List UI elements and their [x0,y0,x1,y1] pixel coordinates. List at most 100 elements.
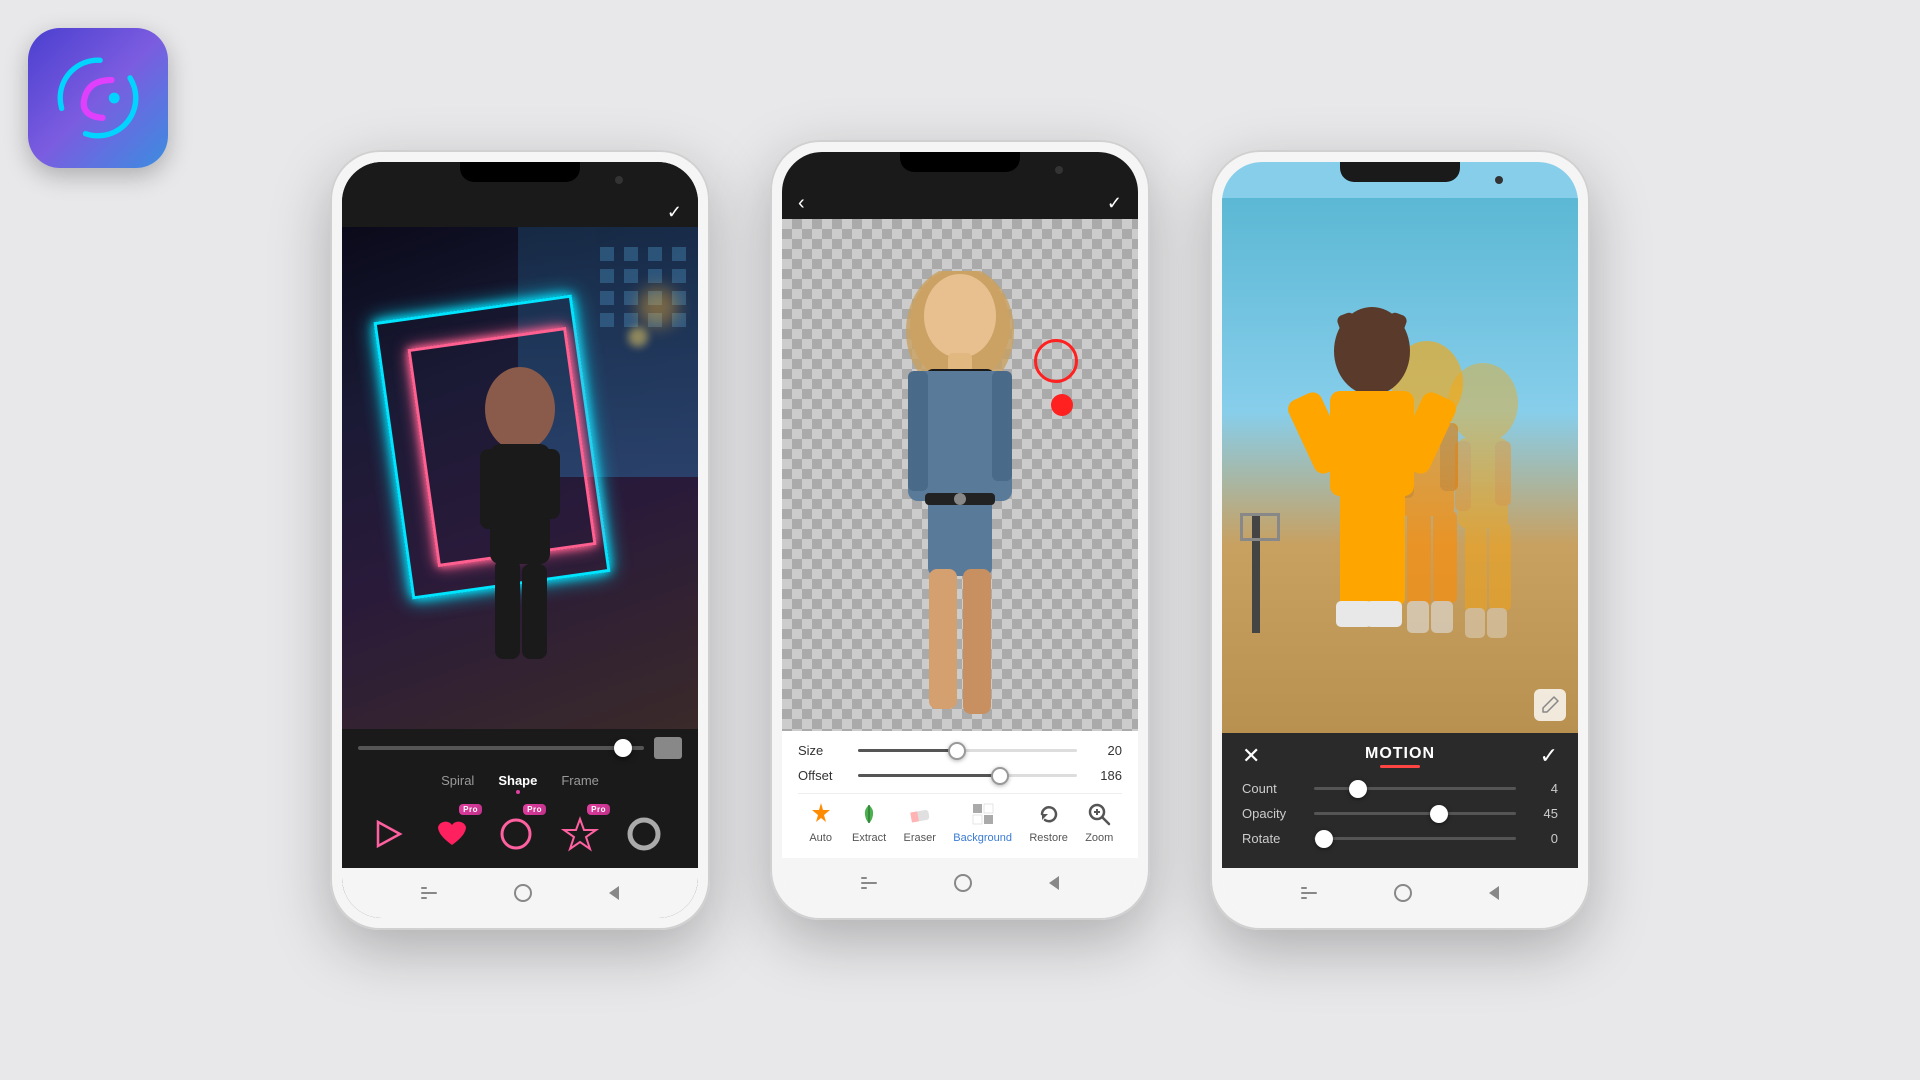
main-scene: ✓ [0,0,1920,1080]
eraser-tool-icon [906,800,934,828]
tool-restore[interactable]: Restore [1029,800,1068,844]
tab-shape[interactable]: Shape [498,773,537,794]
opacity-control-row: Opacity 45 [1242,806,1558,821]
phone1-slider-row [358,737,682,759]
shape-play[interactable] [362,808,414,860]
bokeh-light-2 [628,327,648,347]
phone1-tool-tabs: Spiral Shape Frame [358,767,682,800]
phone2-back-btn[interactable]: ‹ [798,192,805,215]
phone1-slider-thumb[interactable] [614,739,632,757]
menu-icon-3 [1301,887,1317,899]
nav-back-btn-3[interactable] [1489,886,1499,900]
eraser-dot-indicator [1051,394,1073,416]
phone2-checkmark[interactable]: ✓ [1107,193,1122,214]
size-value: 20 [1087,743,1122,758]
count-thumb[interactable] [1349,780,1367,798]
phone1-image-area [342,227,698,729]
phone-2: ‹ ✓ [770,140,1150,920]
nav-home-btn-2[interactable] [954,874,972,892]
tool-zoom[interactable]: Zoom [1085,800,1113,844]
eraser-circle-indicator [1034,339,1078,383]
phone1-slider-track[interactable] [358,746,644,750]
phone1-top-bar: ✓ [342,198,698,227]
rotate-track[interactable] [1314,837,1516,840]
count-value: 4 [1528,781,1558,796]
size-label: Size [798,743,848,758]
phone2-top-bar: ‹ ✓ [782,188,1138,219]
phone2-tool-bar: Auto Extract [798,793,1122,850]
background-icon [969,800,997,828]
auto-icon [807,800,835,828]
nav-menu-btn-3[interactable] [1301,887,1317,899]
opacity-thumb[interactable] [1430,805,1448,823]
nav-home-btn-1[interactable] [514,884,532,902]
extract-icon [855,800,883,828]
phone2-controls: Size 20 Offset 186 [782,731,1138,858]
back-icon-1 [609,886,619,900]
phone2-notch [782,152,1138,188]
motion-title: MOTION [1365,745,1435,768]
shape-star[interactable]: Pro [554,808,606,860]
rotate-value: 0 [1528,831,1558,846]
phone2-image-area [782,219,1138,731]
edit-overlay-icon[interactable] [1534,689,1566,721]
background-label: Background [953,832,1012,844]
motion-check-btn[interactable]: ✓ [1540,743,1558,769]
nav-back-btn-1[interactable] [609,886,619,900]
nav-home-btn-3[interactable] [1394,884,1412,902]
tab-spiral[interactable]: Spiral [441,773,474,794]
size-thumb[interactable] [948,742,966,760]
rotate-label: Rotate [1242,831,1302,846]
zoom-label: Zoom [1085,832,1113,844]
count-control-row: Count 4 [1242,781,1558,796]
phone-1: ✓ [330,150,710,930]
tool-extract[interactable]: Extract [852,800,886,844]
shape-heart[interactable]: Pro [426,808,478,860]
restore-icon [1035,800,1063,828]
motion-header: ✕ MOTION ✓ [1242,743,1558,769]
tab-frame[interactable]: Frame [561,773,599,794]
menu-icon-1 [421,887,437,899]
offset-value: 186 [1087,768,1122,783]
rotate-thumb[interactable] [1315,830,1333,848]
phone3-image-area [1222,198,1578,733]
nav-menu-btn-1[interactable] [421,887,437,899]
home-icon-3 [1394,884,1412,902]
motion-close-btn[interactable]: ✕ [1242,743,1260,769]
woman-yellow-main [1272,303,1472,733]
shape-circle[interactable]: Pro [490,808,542,860]
pro-badge-circle: Pro [523,804,546,815]
phone1-notch [342,162,698,198]
offset-control-row: Offset 186 [798,768,1122,783]
auto-label: Auto [809,832,832,844]
phone1-checkmark[interactable]: ✓ [667,202,682,223]
back-icon-3 [1489,886,1499,900]
nav-back-btn-2[interactable] [1049,876,1059,890]
pro-badge-heart: Pro [459,804,482,815]
back-icon-2 [1049,876,1059,890]
offset-thumb[interactable] [991,767,1009,785]
nav-menu-btn-2[interactable] [861,877,877,889]
opacity-track[interactable] [1314,812,1516,815]
count-track[interactable] [1314,787,1516,790]
pro-badge-star: Pro [587,804,610,815]
eraser-icon [654,737,682,759]
tool-background[interactable]: Background [953,800,1012,844]
bokeh-light-1 [638,287,678,327]
phone3-nav [1222,868,1578,918]
phone1-nav [342,868,698,918]
offset-track[interactable] [858,774,1077,777]
phone3-notch [1222,162,1578,198]
app-icon[interactable] [28,28,168,168]
tool-auto[interactable]: Auto [807,800,835,844]
home-icon-2 [954,874,972,892]
offset-label: Offset [798,768,848,783]
shape-ring[interactable] [618,808,670,860]
eraser-label: Eraser [904,832,936,844]
phone-3: ✕ MOTION ✓ Count 4 Opacity [1210,150,1590,930]
zoom-icon [1085,800,1113,828]
extract-label: Extract [852,832,886,844]
rotate-control-row: Rotate 0 [1242,831,1558,846]
tool-eraser[interactable]: Eraser [904,800,936,844]
size-track[interactable] [858,749,1077,752]
